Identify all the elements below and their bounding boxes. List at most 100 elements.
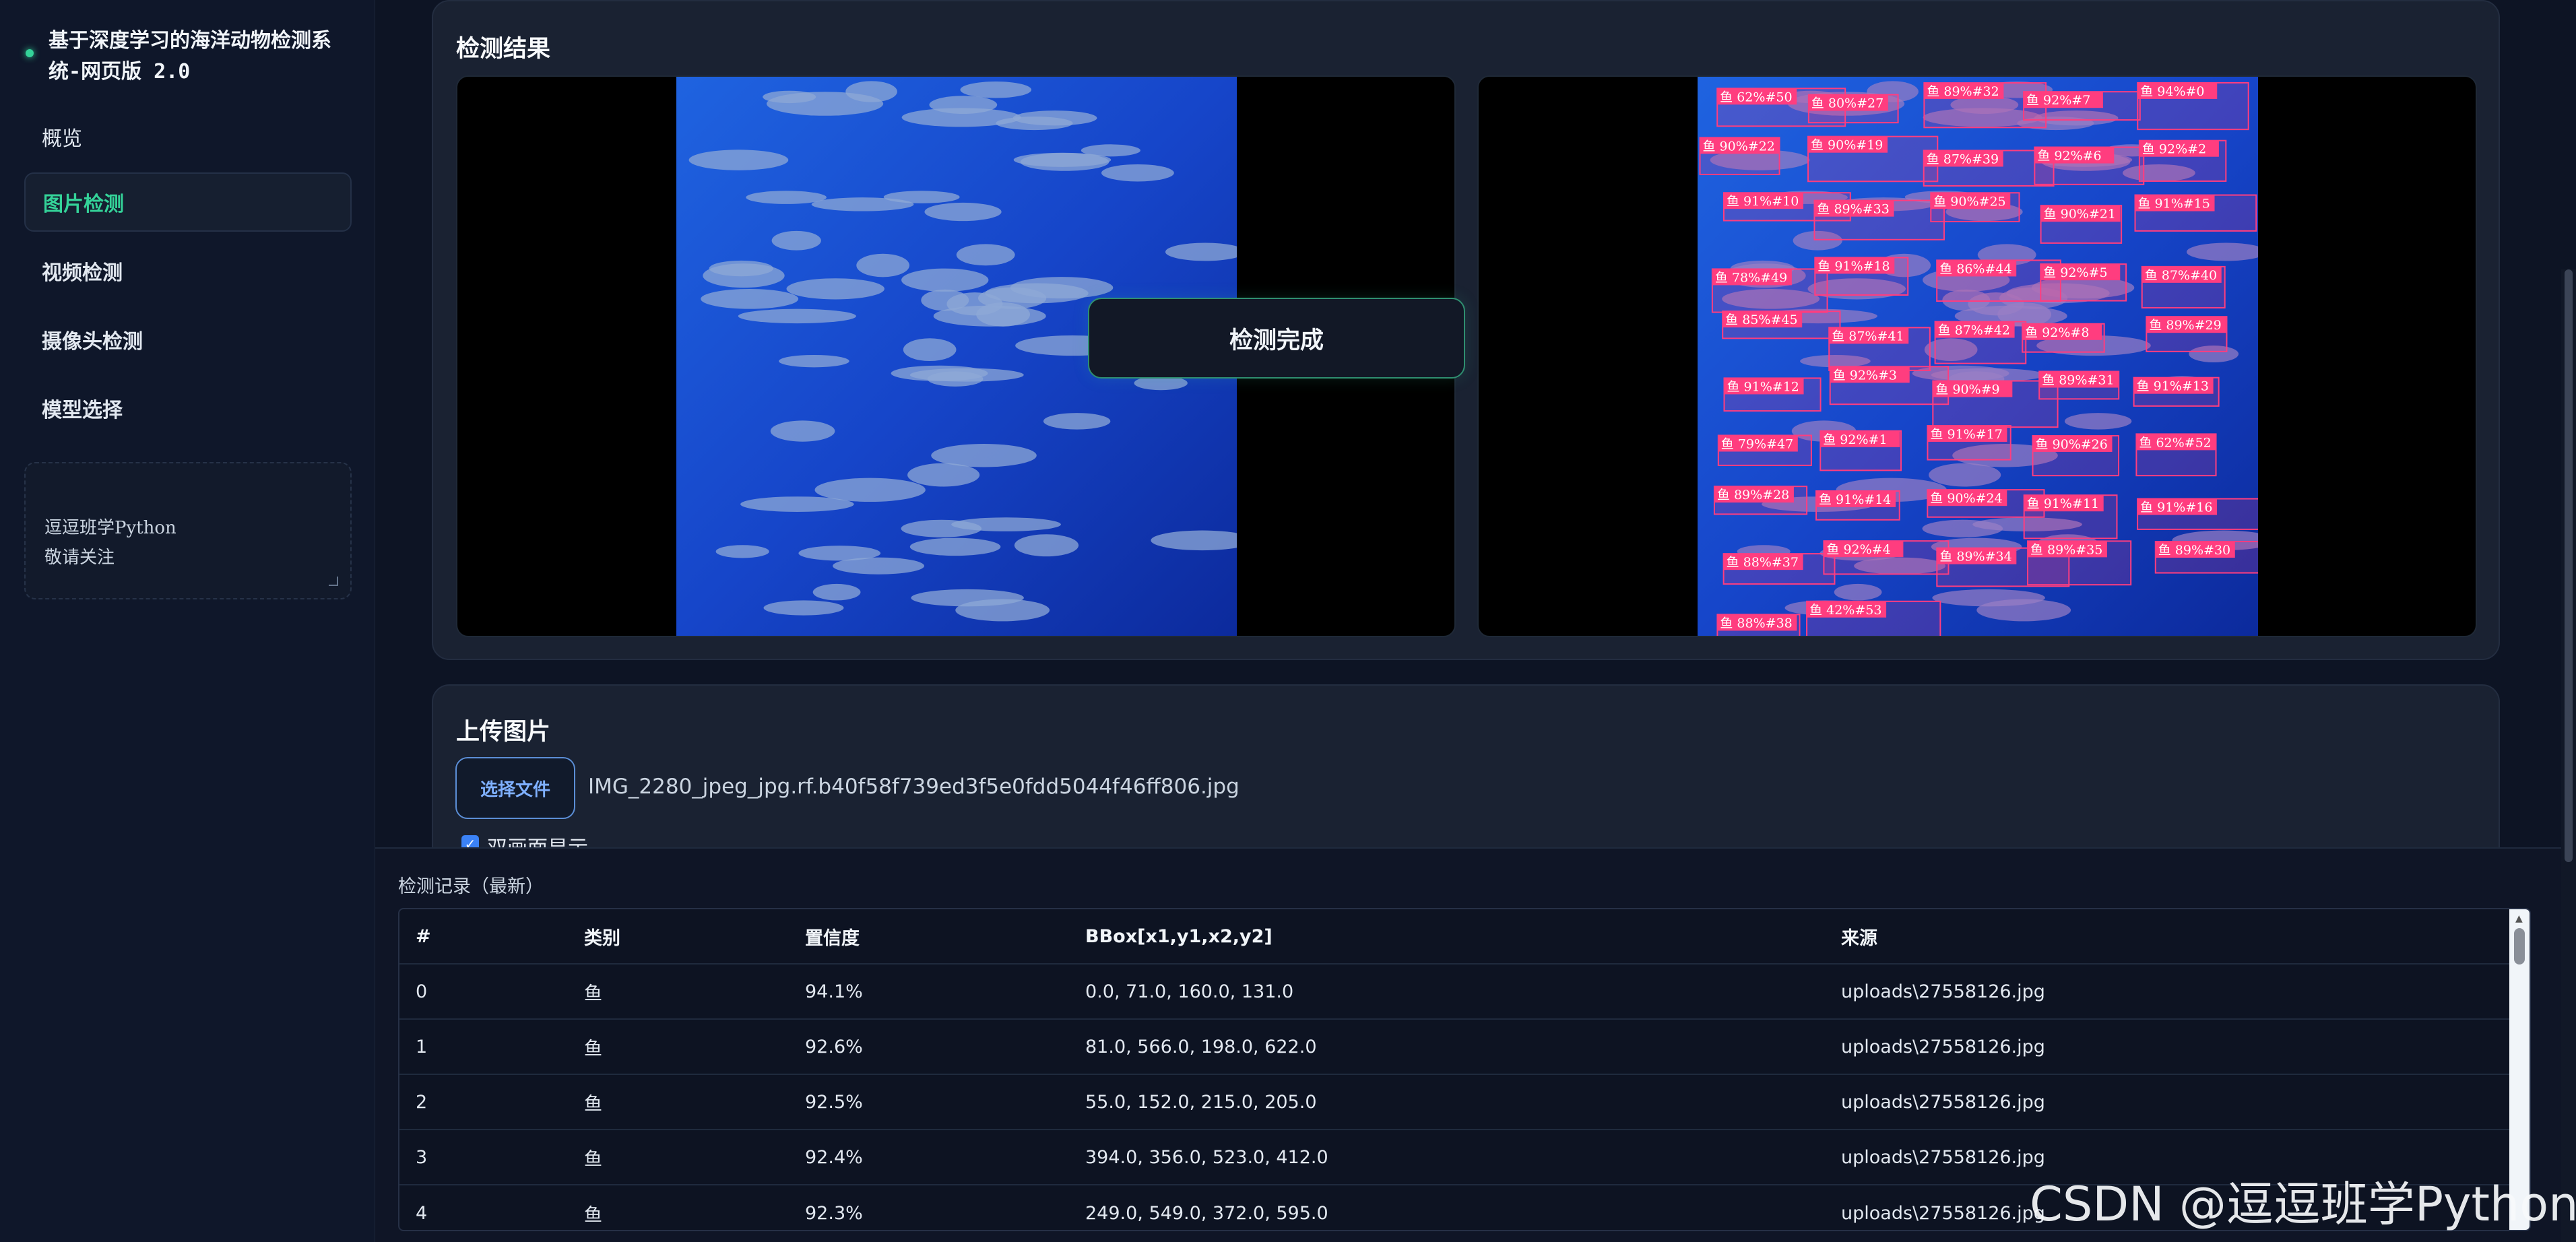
- cell-bbox: 249.0, 549.0, 372.0, 595.0: [1085, 1202, 1328, 1224]
- choose-file-button[interactable]: 选择文件: [455, 757, 575, 819]
- resize-handle-icon[interactable]: [329, 577, 338, 586]
- table-scrollbar-thumb[interactable]: [2514, 928, 2525, 965]
- nav-item-model-selection[interactable]: 模型选择: [24, 379, 352, 438]
- table-row[interactable]: 0 鱼 94.1% 0.0, 71.0, 160.0, 131.0 upload…: [399, 965, 2512, 1020]
- fish-shape: [1010, 277, 1114, 299]
- detection-label: 鱼 92%#3: [1833, 368, 1897, 383]
- fish-shape: [955, 599, 1050, 622]
- cell-class: 鱼: [584, 1093, 602, 1115]
- fish-shape: [833, 557, 925, 575]
- detection-label: 鱼 89%#29: [2149, 318, 2221, 333]
- detection-label: 鱼 91%#18: [1817, 259, 1890, 273]
- table-row[interactable]: 1 鱼 92.6% 81.0, 566.0, 198.0, 622.0 uplo…: [399, 1020, 2512, 1075]
- fish-shape: [1014, 534, 1079, 557]
- page-scrollbar[interactable]: [2561, 269, 2576, 1242]
- cell-index: 1: [416, 1036, 428, 1057]
- fish-shape: [770, 420, 835, 442]
- cell-class: 鱼: [584, 1148, 602, 1170]
- detection-label: 鱼 91%#11: [2027, 496, 2099, 511]
- cell-class: 鱼: [584, 1038, 602, 1059]
- fish-shape: [812, 583, 861, 601]
- page-scrollbar-thumb[interactable]: [2565, 269, 2573, 862]
- fish-shape: [933, 305, 1046, 327]
- fish-shape: [715, 545, 769, 558]
- fish-shape: [779, 354, 849, 368]
- nav-item-camera-detection[interactable]: 摄像头检测: [24, 310, 352, 369]
- column-header: 来源: [1841, 927, 1877, 949]
- fish-shape: [1976, 599, 2071, 622]
- fish-shape: [931, 443, 1037, 467]
- fish-shape: [1929, 463, 2001, 487]
- result-title: 检测结果: [456, 36, 551, 63]
- fish-shape: [901, 108, 1021, 127]
- status-dot-icon: [26, 49, 34, 57]
- detection-label: 鱼 92%#8: [2025, 325, 2089, 340]
- selected-file-name: IMG_2280_jpeg_jpg.rf.b40f58f739ed3f5e0fd…: [588, 775, 1239, 799]
- fish-shape: [909, 537, 1001, 556]
- detection-label: 鱼 87%#40: [2145, 268, 2217, 283]
- cell-confidence: 92.6%: [805, 1036, 863, 1057]
- cell-class: 鱼: [584, 1204, 602, 1226]
- detection-label: 鱼 92%#2: [2142, 142, 2206, 157]
- detection-label: 鱼 91%#17: [1930, 427, 2002, 442]
- nav-item-video-detection[interactable]: 视频检测: [24, 241, 352, 300]
- detection-label: 鱼 91%#10: [1727, 194, 1799, 209]
- cell-source: uploads\27558126.jpg: [1841, 1146, 2045, 1168]
- fish-shape: [763, 90, 816, 104]
- detection-label: 鱼 90%#21: [2044, 207, 2116, 222]
- main-area: 检测结果 鱼 62%#50 鱼 80%#27 鱼 89%#32 鱼 92%#7 …: [375, 0, 2576, 1242]
- scroll-up-arrow-icon[interactable]: ▲: [2515, 913, 2523, 924]
- detection-label: 鱼 87%#41: [1832, 329, 1904, 344]
- detection-label: 鱼 89%#28: [1717, 488, 1789, 502]
- cell-bbox: 55.0, 152.0, 215.0, 205.0: [1085, 1091, 1317, 1113]
- detection-label: 鱼 89%#32: [1927, 84, 1999, 99]
- fish-shape: [2064, 413, 2132, 430]
- fish-shape: [856, 253, 910, 277]
- cell-index: 0: [416, 981, 428, 1002]
- detection-label: 鱼 88%#37: [1727, 555, 1799, 570]
- fish-shape: [1013, 152, 1112, 167]
- fish-shape: [951, 517, 1061, 531]
- cell-index: 2: [416, 1091, 428, 1113]
- nav-item-image-detection[interactable]: 图片检测: [24, 172, 352, 232]
- detection-label: 鱼 89%#31: [2042, 373, 2114, 388]
- fish-shape: [740, 496, 854, 512]
- sidebar: 基于深度学习的海洋动物检测系统-网页版 2.0 概览 图片检测 视频检测 摄像头…: [0, 0, 375, 1242]
- note-textarea[interactable]: 逗逗班学Python 敬请关注: [24, 462, 352, 599]
- table-header: # 类别 置信度 BBox[x1,y1,x2,y2] 来源: [399, 909, 2512, 965]
- detection-complete-toast: 检测完成: [1088, 298, 1465, 379]
- cell-confidence: 94.1%: [805, 981, 863, 1002]
- detection-label: 鱼 62%#50: [1720, 90, 1792, 104]
- table-row[interactable]: 2 鱼 92.5% 55.0, 152.0, 215.0, 205.0 uplo…: [399, 1075, 2512, 1130]
- cell-bbox: 81.0, 566.0, 198.0, 622.0: [1085, 1036, 1317, 1057]
- detection-label: 鱼 92%#6: [2037, 149, 2101, 164]
- detected-image: 鱼 62%#50 鱼 80%#27 鱼 89%#32 鱼 92%#7 鱼 94%#0 鱼 …: [1698, 77, 2258, 636]
- cell-confidence: 92.5%: [805, 1091, 863, 1113]
- note-text: 逗逗班学Python 敬请关注: [44, 518, 176, 568]
- detection-label: 鱼 87%#39: [1927, 152, 1999, 166]
- fish-shape: [771, 230, 821, 251]
- column-header: 置信度: [805, 927, 860, 949]
- detection-label: 鱼 80%#27: [1811, 96, 1883, 111]
- fish-shape: [738, 308, 856, 324]
- cell-source: uploads\27558126.jpg: [1841, 1202, 2045, 1224]
- detection-label: 鱼 85%#45: [1725, 313, 1797, 327]
- nav-item-overview[interactable]: 概览: [24, 115, 352, 159]
- detected-image-viewer: 鱼 62%#50 鱼 80%#27 鱼 89%#32 鱼 92%#7 鱼 94%#0 鱼 …: [1477, 75, 2477, 637]
- detection-label: 鱼 92%#5: [2043, 265, 2107, 280]
- detection-label: 鱼 89%#35: [2030, 542, 2102, 557]
- detection-label: 鱼 79%#47: [1721, 436, 1793, 451]
- fish-shape: [703, 263, 785, 288]
- detection-label: 鱼 91%#14: [1819, 492, 1891, 507]
- detection-label: 鱼 90%#24: [1930, 491, 2002, 506]
- fish-shape: [845, 81, 897, 102]
- brand: 基于深度学习的海洋动物检测系统-网页版 2.0: [26, 26, 349, 88]
- detection-label: 鱼 87%#42: [1938, 323, 2010, 338]
- fish-shape: [903, 338, 957, 362]
- detection-label: 鱼 89%#34: [1939, 550, 2011, 564]
- fish-shape: [956, 244, 1015, 266]
- detection-label: 鱼 90%#9: [1935, 383, 1999, 397]
- detection-label: 鱼 92%#4: [1826, 542, 1890, 557]
- fish-shape: [1043, 413, 1111, 430]
- detection-label: 鱼 78%#49: [1715, 270, 1787, 285]
